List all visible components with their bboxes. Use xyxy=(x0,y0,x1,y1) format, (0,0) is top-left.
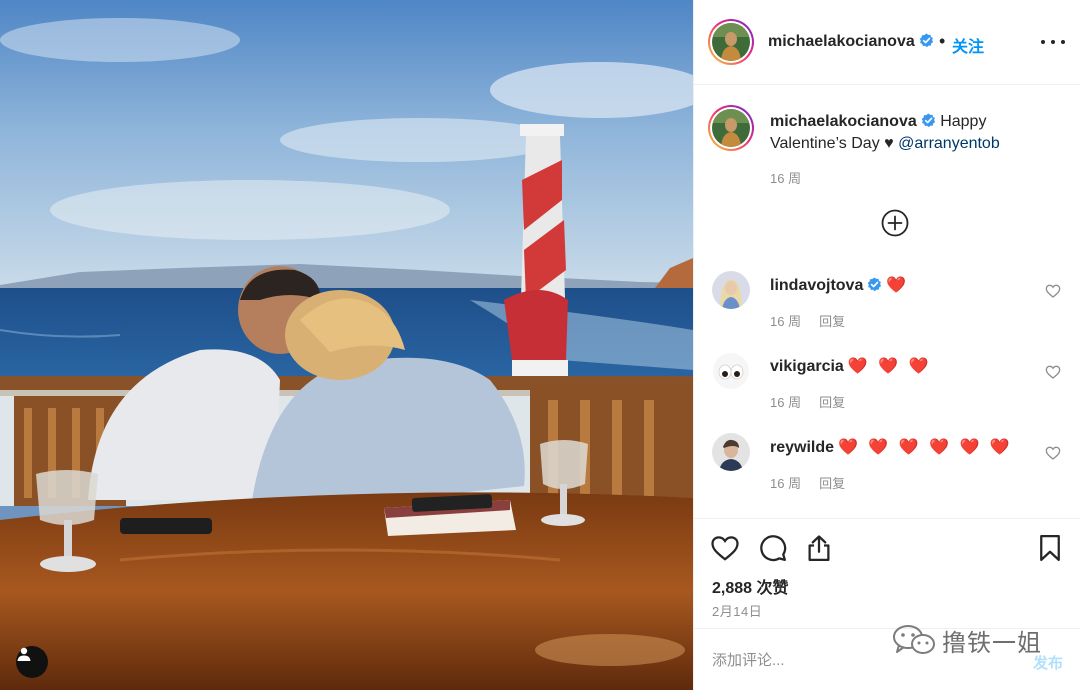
comment-text: ❤️ ❤️ ❤️ ❤️ ❤️ ❤️ xyxy=(838,439,1013,456)
commenter-username[interactable]: vikigarcia xyxy=(770,358,844,375)
photo-scene xyxy=(0,0,693,690)
caption-avatar-image xyxy=(712,109,750,147)
more-dot-icon xyxy=(1041,40,1045,44)
comment-like-heart-icon[interactable] xyxy=(1045,445,1061,461)
reply-button[interactable]: 回复 xyxy=(819,395,845,410)
more-options-button[interactable] xyxy=(1041,32,1065,52)
man-avatar-image xyxy=(712,433,750,471)
commenter-avatar[interactable] xyxy=(712,433,750,471)
comment-like-heart-icon[interactable] xyxy=(1045,283,1061,299)
user-icon xyxy=(17,647,31,661)
comment-line: vikigarcia ❤️ ❤️ ❤️ xyxy=(770,356,931,376)
comment-timestamp[interactable]: 16 周 xyxy=(770,395,801,410)
caption-timestamp[interactable]: 16 周 xyxy=(770,168,801,187)
reply-button[interactable]: 回复 xyxy=(819,476,845,491)
post-date[interactable]: 2月14日 xyxy=(712,601,762,620)
follow-button[interactable]: 关注 xyxy=(952,33,984,57)
tagged-users-button[interactable] xyxy=(16,646,48,678)
commenter-username[interactable]: reywilde xyxy=(770,439,834,456)
watermark-text: 撸铁一姐 xyxy=(942,629,1042,657)
share-icon[interactable] xyxy=(804,533,834,563)
comment-line: lindavojtova ❤️ xyxy=(770,275,909,295)
wechat-logo-icon xyxy=(893,625,935,654)
author-avatar-image xyxy=(712,23,750,61)
heart-icon[interactable] xyxy=(710,533,740,563)
load-more-comments-icon[interactable] xyxy=(881,209,909,237)
post-details-panel: michaelakocianova • 关注 michaelakocianova… xyxy=(693,0,1080,690)
bookmark-icon[interactable] xyxy=(1035,533,1065,563)
more-dot-icon xyxy=(1051,40,1055,44)
caption-text: michaelakocianova Happy Valentine’s Day … xyxy=(770,111,1060,155)
caption-mention-link[interactable]: @arranyentob xyxy=(898,135,1000,152)
wechat-watermark: 撸铁一姐 xyxy=(892,622,1042,658)
comment-item: vikigarcia ❤️ ❤️ ❤️ 16 周 回复 xyxy=(694,352,1080,422)
post-photo[interactable] xyxy=(0,0,693,690)
comment-item: reywilde ❤️ ❤️ ❤️ ❤️ ❤️ ❤️ 16 周 回复 xyxy=(694,433,1080,503)
comment-timestamp[interactable]: 16 周 xyxy=(770,314,801,329)
eyes-avatar-image xyxy=(712,352,750,390)
post-actions: 2,888 次赞 2月14日 xyxy=(694,518,1080,628)
commenter-avatar[interactable] xyxy=(712,271,750,309)
verified-badge-icon xyxy=(921,113,935,128)
more-dot-icon xyxy=(1061,40,1065,44)
comment-text: ❤️ xyxy=(886,277,910,294)
comment-text: ❤️ ❤️ ❤️ xyxy=(847,358,932,375)
likes-count[interactable]: 2,888 次赞 xyxy=(712,574,789,598)
author-avatar[interactable] xyxy=(708,19,754,65)
reply-button[interactable]: 回复 xyxy=(819,314,845,329)
comment-icon[interactable] xyxy=(758,533,788,563)
comment-line: reywilde ❤️ ❤️ ❤️ ❤️ ❤️ ❤️ xyxy=(770,437,1013,457)
verified-badge-icon xyxy=(868,277,882,292)
comment-meta: 16 周 回复 xyxy=(770,473,863,492)
author-username-text[interactable]: michaelakocianova xyxy=(768,33,915,50)
header-separator: • xyxy=(939,31,946,51)
verified-badge-icon xyxy=(919,33,933,48)
post-header: michaelakocianova • 关注 xyxy=(694,0,1080,85)
comment-item: lindavojtova ❤️ 16 周 回复 xyxy=(694,271,1080,341)
caption-username[interactable]: michaelakocianova xyxy=(770,113,917,130)
author-username[interactable]: michaelakocianova xyxy=(768,33,934,51)
commenter-avatar[interactable] xyxy=(712,352,750,390)
girl-avatar-image xyxy=(712,271,750,309)
caption-author-avatar[interactable] xyxy=(708,105,754,151)
comment-like-heart-icon[interactable] xyxy=(1045,364,1061,380)
comment-meta: 16 周 回复 xyxy=(770,392,863,411)
comment-meta: 16 周 回复 xyxy=(770,311,863,330)
comment-timestamp[interactable]: 16 周 xyxy=(770,476,801,491)
commenter-username[interactable]: lindavojtova xyxy=(770,277,863,294)
